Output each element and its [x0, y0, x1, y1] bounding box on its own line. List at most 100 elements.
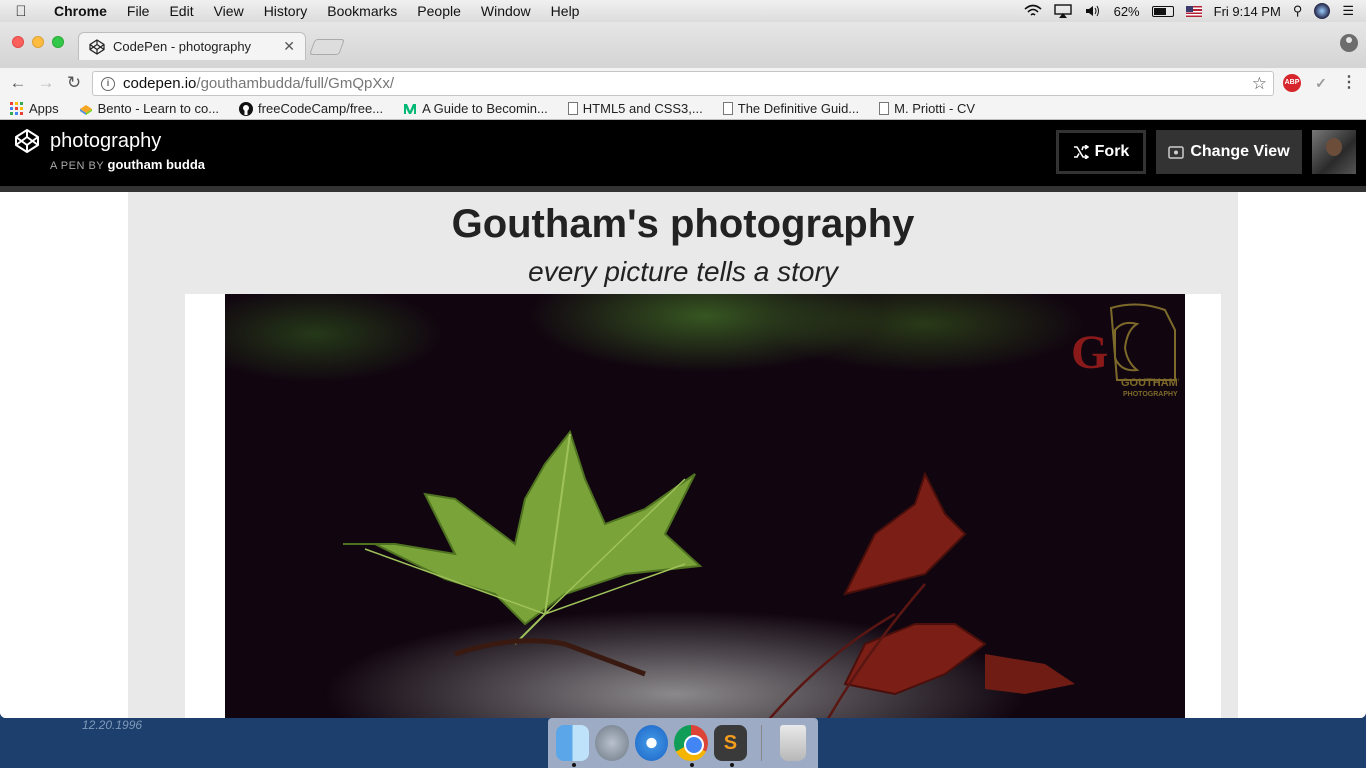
airplay-icon[interactable] [1053, 4, 1072, 18]
zoom-window-button[interactable] [52, 36, 64, 48]
fork-icon [1073, 145, 1089, 159]
pen-preview: Goutham's photography every picture tell… [0, 186, 1366, 718]
bookmark-guide[interactable]: A Guide to Becomin... [403, 101, 548, 116]
bookmark-definitive-guide[interactable]: The Definitive Guid... [722, 101, 860, 116]
page-title: Goutham's photography [451, 202, 915, 246]
bento-icon [79, 104, 92, 115]
site-info-icon[interactable]: i [101, 76, 115, 91]
leaf-photo: G GOUTHAM'S PHOTOGRAPHY [225, 294, 1185, 718]
back-arrow-icon[interactable]: ← [4, 73, 32, 93]
status-area: 62% Fri 9:14 PM ⚲ ☰ [1024, 0, 1366, 22]
adblock-plus-icon[interactable]: ABP [1283, 74, 1301, 92]
dock: S [548, 718, 818, 768]
bookmark-html5[interactable]: HTML5 and CSS3,... [567, 101, 703, 116]
reload-icon[interactable]: ↻ [60, 73, 88, 93]
address-bar[interactable]: i codepen.io /gouthambudda/full/GmQpXx/ … [92, 71, 1274, 96]
chrome-window: CodePen - photography ✕ ← → ↻ i codepen.… [0, 22, 1366, 718]
fork-button[interactable]: Fork [1056, 130, 1146, 174]
bookmark-label: The Definitive Guid... [737, 101, 860, 116]
close-tab-icon[interactable]: ✕ [283, 38, 295, 55]
menu-window[interactable]: Window [471, 3, 541, 19]
url-host: codepen.io [123, 75, 197, 92]
volume-icon[interactable] [1084, 4, 1102, 18]
goutham-photography-watermark-icon: G GOUTHAM'S PHOTOGRAPHY [1071, 303, 1179, 398]
safari-icon[interactable] [634, 725, 669, 761]
fork-label: Fork [1094, 143, 1130, 160]
leaves-illustration [343, 429, 1075, 718]
menu-view[interactable]: View [204, 3, 254, 19]
url-path: /gouthambudda/full/GmQpXx/ [196, 75, 395, 92]
finder-icon[interactable] [556, 725, 590, 767]
pen-author-link[interactable]: goutham budda [108, 157, 206, 172]
image-frame: G GOUTHAM'S PHOTOGRAPHY [185, 294, 1221, 718]
svg-text:PHOTOGRAPHY: PHOTOGRAPHY [1123, 391, 1178, 398]
page-icon [567, 102, 578, 115]
bookmark-label: M. Priotti - CV [894, 101, 976, 116]
github-icon [239, 101, 254, 116]
desktop-wallpaper-text: 12.20.1996 [82, 718, 143, 732]
apple-menu-icon[interactable]:  [0, 3, 42, 20]
bookmark-label: A Guide to Becomin... [422, 101, 548, 116]
page-icon [879, 102, 890, 115]
page-container: Goutham's photography every picture tell… [128, 192, 1238, 718]
notification-center-icon[interactable]: ☰ [1342, 3, 1354, 19]
spotlight-search-icon[interactable]: ⚲ [1293, 3, 1303, 19]
page-icon [722, 102, 733, 115]
pen-byline: A PEN BY goutham budda [50, 157, 205, 172]
wifi-icon[interactable] [1024, 4, 1042, 18]
bookmark-star-icon[interactable]: ☆ [1252, 74, 1267, 94]
bookmarks-bar: Apps Bento - Learn to co... freeCodeCamp… [0, 98, 1366, 120]
tab-title: CodePen - photography [113, 39, 252, 54]
tab-codepen[interactable]: CodePen - photography ✕ [78, 32, 306, 60]
change-view-label: Change View [1190, 143, 1290, 160]
change-view-icon [1168, 145, 1185, 159]
chrome-menu-icon[interactable]: ⋮ [1340, 74, 1358, 92]
codepen-favicon-icon [89, 38, 105, 55]
menu-file[interactable]: File [117, 3, 160, 19]
new-tab-button[interactable] [309, 39, 345, 55]
bookmark-label: freeCodeCamp/free... [258, 101, 384, 116]
running-indicator [690, 763, 695, 767]
input-source-flag-icon[interactable] [1185, 5, 1202, 17]
profile-icon[interactable] [1340, 34, 1358, 52]
menu-app-name[interactable]: Chrome [42, 3, 117, 19]
menu-history[interactable]: History [254, 3, 318, 19]
menu-help[interactable]: Help [541, 3, 590, 19]
byline-prefix: A PEN BY [50, 160, 104, 172]
change-view-button[interactable]: Change View [1156, 130, 1302, 174]
forward-arrow-icon[interactable]: → [32, 73, 60, 93]
svg-text:G: G [1071, 326, 1108, 379]
apps-grid-icon [10, 101, 23, 115]
dock-separator [761, 725, 763, 761]
medium-icon [404, 103, 417, 114]
browser-toolbar: ← → ↻ i codepen.io /gouthambudda/full/Gm… [0, 68, 1366, 98]
window-controls [12, 36, 64, 48]
siri-icon[interactable] [1314, 3, 1331, 19]
menu-people[interactable]: People [407, 3, 471, 19]
menu-edit[interactable]: Edit [159, 3, 203, 19]
minimize-window-button[interactable] [32, 36, 44, 48]
launchpad-icon[interactable] [595, 725, 629, 761]
menu-bookmarks[interactable]: Bookmarks [317, 3, 407, 19]
bookmark-label: Apps [29, 101, 59, 116]
bookmark-bento[interactable]: Bento - Learn to co... [79, 101, 219, 116]
bookmark-label: Bento - Learn to co... [97, 101, 220, 116]
chrome-icon[interactable] [674, 725, 708, 767]
trash-icon[interactable] [780, 725, 807, 761]
svg-text:GOUTHAM'S: GOUTHAM'S [1121, 377, 1179, 389]
codepen-logo-icon[interactable] [14, 128, 40, 154]
bookmark-apps[interactable]: Apps [10, 101, 59, 116]
extension-check-icon[interactable]: ✓ [1312, 74, 1330, 92]
bookmark-cv[interactable]: M. Priotti - CV [879, 101, 975, 116]
pen-title: photography [50, 130, 162, 152]
running-indicator [572, 763, 576, 767]
battery-icon[interactable] [1151, 5, 1174, 17]
bookmark-label: HTML5 and CSS3,... [582, 101, 703, 116]
sublime-text-icon[interactable]: S [713, 725, 748, 767]
battery-percent: 62% [1113, 3, 1140, 19]
user-avatar[interactable] [1312, 130, 1356, 174]
close-window-button[interactable] [12, 36, 24, 48]
menubar-clock[interactable]: Fri 9:14 PM [1214, 4, 1281, 19]
page-subtitle: every picture tells a story [528, 256, 838, 287]
bookmark-freecodecamp[interactable]: freeCodeCamp/free... [239, 101, 383, 116]
